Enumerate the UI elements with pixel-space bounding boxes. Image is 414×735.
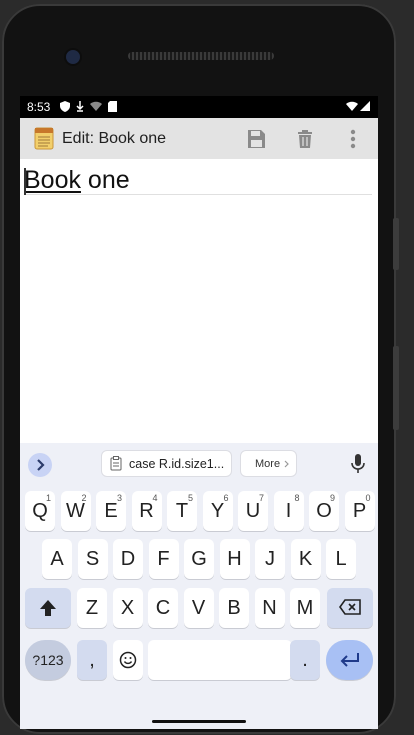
status-right-icons xyxy=(346,101,370,111)
key-hint: 1 xyxy=(45,493,51,503)
key-z[interactable]: Z xyxy=(77,588,107,628)
key-c[interactable]: C xyxy=(148,588,178,628)
key-n[interactable]: N xyxy=(254,588,285,628)
key-label: O xyxy=(316,500,332,522)
home-indicator[interactable] xyxy=(152,720,246,723)
key-u[interactable]: U7 xyxy=(238,491,268,531)
signal-icon xyxy=(360,101,370,111)
key-hint: 9 xyxy=(329,493,335,503)
microphone-icon[interactable] xyxy=(350,453,366,475)
key-hint: 7 xyxy=(258,493,264,503)
key-i[interactable]: I8 xyxy=(273,491,304,531)
soft-keyboard: case R.id.size1... More Q1W2E3R4T5Y6U7I8… xyxy=(20,443,378,729)
key-o[interactable]: O9 xyxy=(309,491,339,531)
key-b[interactable]: B xyxy=(219,588,249,628)
enter-key[interactable] xyxy=(326,640,373,680)
notepad-app-icon xyxy=(34,127,54,150)
space-key[interactable] xyxy=(148,640,292,680)
page-title: Edit: Book one xyxy=(62,130,167,147)
clipboard-suggestion-chip[interactable]: case R.id.size1... xyxy=(101,450,232,477)
key-label: R xyxy=(139,500,154,522)
overflow-menu-icon[interactable] xyxy=(342,128,364,150)
chevron-right-small-icon xyxy=(284,460,289,468)
key-hint: 6 xyxy=(223,493,229,503)
shift-icon xyxy=(40,600,56,616)
key-j[interactable]: J xyxy=(255,539,285,579)
expand-toolbar-button[interactable] xyxy=(28,453,52,477)
editor-area[interactable]: Book one xyxy=(20,159,378,443)
key-r[interactable]: R4 xyxy=(131,491,162,531)
key-k[interactable]: K xyxy=(290,539,321,579)
emoji-key[interactable] xyxy=(113,640,143,680)
comma-key[interactable]: , xyxy=(77,640,107,680)
key-label: W xyxy=(66,500,85,522)
status-left-icons xyxy=(60,101,117,112)
wifi-off-icon xyxy=(90,101,102,111)
backspace-key[interactable] xyxy=(327,588,373,628)
key-p[interactable]: P0 xyxy=(344,491,375,531)
key-label: Y xyxy=(210,500,225,522)
emoji-icon xyxy=(119,651,137,669)
key-label: T xyxy=(175,500,189,522)
more-button[interactable]: More xyxy=(240,450,297,477)
key-s[interactable]: S xyxy=(77,539,108,579)
backspace-icon xyxy=(339,599,361,615)
key-v[interactable]: V xyxy=(183,588,214,628)
period-key[interactable]: . xyxy=(290,640,320,680)
key-a[interactable]: A xyxy=(42,539,72,579)
key-hint: 3 xyxy=(116,493,122,503)
screen: 8:53 Edit: Book one Book one case R.id.s… xyxy=(20,96,378,729)
title-input[interactable]: Book one xyxy=(24,167,372,195)
key-x[interactable]: X xyxy=(112,588,143,628)
chevron-right-icon xyxy=(37,459,45,471)
key-hint: 8 xyxy=(294,493,300,503)
status-time: 8:53 xyxy=(27,100,51,114)
clipboard-icon xyxy=(110,456,122,471)
key-label: I xyxy=(285,500,292,522)
title-word-1: Book xyxy=(24,166,81,194)
shift-key[interactable] xyxy=(25,588,71,628)
key-hint: 5 xyxy=(187,493,193,503)
title-word-2: one xyxy=(80,166,130,194)
key-q[interactable]: Q1 xyxy=(25,491,55,531)
volume-button xyxy=(393,218,399,270)
key-t[interactable]: T5 xyxy=(167,491,197,531)
shield-icon xyxy=(60,101,70,112)
delete-icon[interactable] xyxy=(294,128,316,150)
clipboard-suggestion-text: case R.id.size1... xyxy=(129,457,225,471)
usb-download-icon xyxy=(76,101,84,112)
app-bar: Edit: Book one xyxy=(20,118,378,159)
enter-arrow-icon xyxy=(340,653,359,667)
more-label: More xyxy=(255,458,281,470)
symbols-key[interactable]: ?123 xyxy=(25,640,71,680)
earpiece-speaker xyxy=(128,52,274,60)
power-button xyxy=(393,346,399,430)
key-label: P xyxy=(352,500,367,522)
key-g[interactable]: G xyxy=(184,539,214,579)
key-hint: 0 xyxy=(365,493,371,503)
key-m[interactable]: M xyxy=(290,588,320,628)
save-icon[interactable] xyxy=(245,128,267,150)
wifi-icon xyxy=(346,101,358,111)
key-label: E xyxy=(104,500,118,522)
key-h[interactable]: H xyxy=(219,539,250,579)
key-l[interactable]: L xyxy=(326,539,356,579)
key-hint: 4 xyxy=(152,493,158,503)
navigation-bar xyxy=(20,693,378,729)
key-hint: 2 xyxy=(81,493,87,503)
text-cursor xyxy=(24,168,26,195)
key-y[interactable]: Y6 xyxy=(202,491,233,531)
key-label: U xyxy=(245,500,261,522)
sd-card-icon xyxy=(108,101,117,112)
status-bar: 8:53 xyxy=(20,96,378,118)
key-w[interactable]: W2 xyxy=(60,491,91,531)
key-label: Q xyxy=(32,500,48,522)
key-d[interactable]: D xyxy=(113,539,143,579)
key-e[interactable]: E3 xyxy=(96,491,126,531)
key-f[interactable]: F xyxy=(148,539,179,579)
front-camera xyxy=(66,50,80,64)
suggestion-strip: case R.id.size1... More xyxy=(20,443,378,483)
